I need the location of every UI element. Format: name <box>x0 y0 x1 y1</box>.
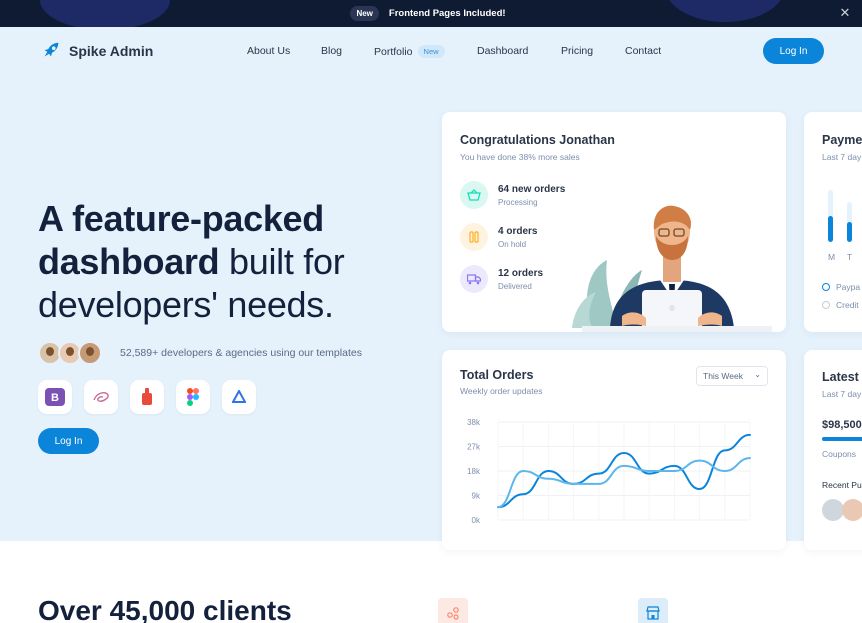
total-orders-card: Total Orders Weekly order updates This W… <box>442 350 786 550</box>
payments-x-label: M <box>828 252 836 262</box>
orders-line-chart: 38k 27k 18k 9k 0k <box>467 418 751 525</box>
stat-label: 4 orders <box>498 225 538 237</box>
basket-icon <box>460 181 488 209</box>
hero-login-button[interactable]: Log In <box>38 428 99 454</box>
close-icon[interactable]: ✕ <box>838 6 852 20</box>
stat-status: Delivered <box>498 281 532 291</box>
arco-icon <box>222 380 256 414</box>
brand-name: Spike Admin <box>69 43 154 59</box>
redux-icon <box>130 380 164 414</box>
clients-heading: Over 45,000 clients <box>38 595 292 623</box>
announcement-link[interactable]: Frontend Pages Included! <box>389 8 506 19</box>
nav-about-us[interactable]: About Us <box>247 45 290 57</box>
congrats-title: Congratulations Jonathan <box>460 133 615 147</box>
latest-amount: $98,500 <box>822 419 862 431</box>
payments-title: Payme <box>822 133 862 147</box>
brand-logo[interactable]: Spike Admin <box>40 40 153 62</box>
stat-on-hold: 4 orders On hold <box>460 223 537 251</box>
congrats-subtitle: You have done 38% more sales <box>460 152 580 162</box>
week-filter-select[interactable]: This Week ⌄ <box>696 366 768 386</box>
headline-line-2-rest: built for <box>219 241 345 282</box>
legend-dot <box>822 283 830 291</box>
avatar <box>78 341 102 365</box>
nav-portfolio-label: Portfolio <box>374 46 413 58</box>
payment-bar <box>828 190 833 242</box>
svg-text:B: B <box>51 392 59 404</box>
congrats-card: Congratulations Jonathan You have done 3… <box>442 112 786 332</box>
latest-card: Latest Last 7 day $98,500 Coupons Recent… <box>804 350 862 550</box>
stat-label: 12 orders <box>498 267 544 279</box>
stat-delivered: 12 orders Delivered <box>460 265 543 293</box>
headline-line-3: developers' needs. <box>38 284 334 325</box>
payments-card: Payme Last 7 day M T Paypa Credit <box>804 112 862 332</box>
truck-icon <box>460 265 488 293</box>
hero-headline: A feature-packed dashboard built for dev… <box>38 197 418 326</box>
stat-status: On hold <box>498 239 527 249</box>
headline-line-2-bold: dashboard <box>38 241 220 282</box>
nav-pricing[interactable]: Pricing <box>561 45 593 57</box>
avatar <box>822 499 844 521</box>
orders-title: Total Orders <box>460 368 534 382</box>
payment-bar <box>847 202 852 242</box>
orders-subtitle: Weekly order updates <box>460 386 543 396</box>
new-badge: New <box>417 45 445 58</box>
avatar <box>842 499 862 521</box>
latest-coupons: Coupons <box>822 449 857 459</box>
y-tick-label: 27k <box>467 443 481 452</box>
nav-contact[interactable]: Contact <box>625 45 661 57</box>
share-icon <box>438 598 468 623</box>
payments-x-label: T <box>847 252 853 262</box>
tech-stack: B <box>38 380 256 414</box>
login-button[interactable]: Log In <box>763 38 824 64</box>
latest-title: Latest <box>822 370 859 384</box>
announcement-badge: New <box>350 6 379 21</box>
sass-icon <box>84 380 118 414</box>
latest-recent: Recent Pu <box>822 480 862 490</box>
rocket-icon <box>44 42 59 57</box>
progress-bar <box>822 437 862 441</box>
nav-dashboard[interactable]: Dashboard <box>477 45 528 57</box>
store-icon <box>638 598 668 623</box>
nav-blog[interactable]: Blog <box>321 45 342 57</box>
figma-icon <box>176 380 210 414</box>
y-tick-label: 9k <box>472 492 481 501</box>
legend-dot <box>822 301 830 309</box>
y-tick-label: 38k <box>467 418 481 427</box>
businessman-illustration <box>572 205 772 332</box>
y-tick-label: 0k <box>472 516 481 525</box>
developers-count: 52,589+ developers & agencies using our … <box>120 347 362 359</box>
payments-subtitle: Last 7 day <box>822 152 862 162</box>
week-filter-value: This Week <box>703 371 743 381</box>
stat-label: 64 new orders <box>498 183 566 195</box>
latest-subtitle: Last 7 day <box>822 389 862 399</box>
headline-line-1: A feature-packed <box>38 198 324 239</box>
bootstrap-icon: B <box>38 380 72 414</box>
stat-status: Processing <box>498 197 538 207</box>
stat-new-orders: 64 new orders Processing <box>460 181 565 209</box>
y-tick-label: 18k <box>467 467 481 476</box>
payments-legend: Paypa <box>836 282 861 292</box>
chevron-down-icon: ⌄ <box>754 370 761 379</box>
pause-icon <box>460 223 488 251</box>
announcement-bar: New Frontend Pages Included! ✕ <box>0 0 862 27</box>
developer-avatars <box>38 341 102 365</box>
nav-portfolio[interactable]: Portfolio New <box>374 45 445 58</box>
payments-legend: Credit <box>836 300 859 310</box>
